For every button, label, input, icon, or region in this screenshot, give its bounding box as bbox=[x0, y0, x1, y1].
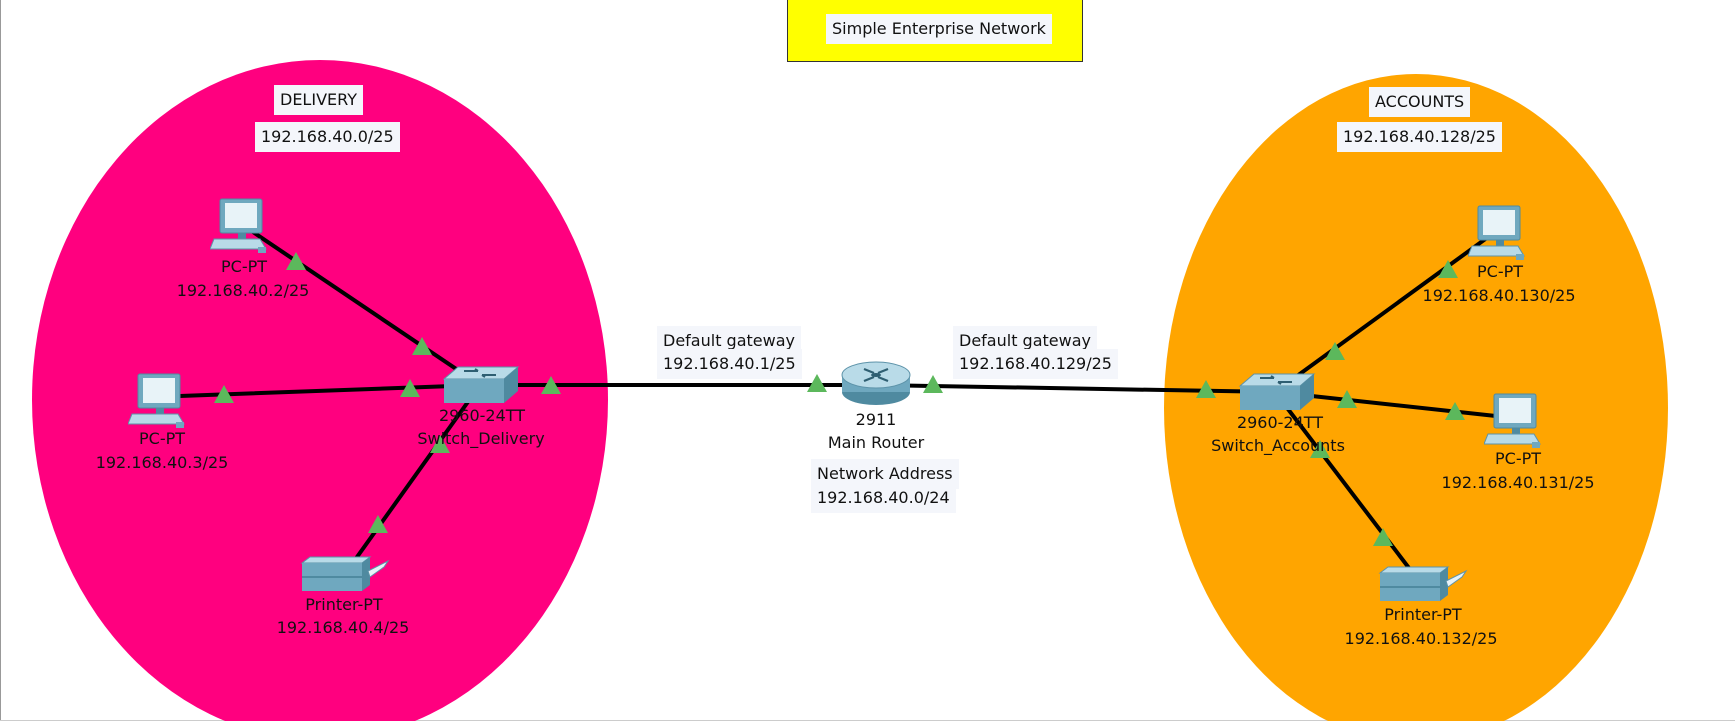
delivery-printer-type: Printer-PT bbox=[305, 595, 383, 614]
pc-icon[interactable] bbox=[128, 372, 188, 430]
switch-accounts-name: Switch_Accounts bbox=[1211, 436, 1345, 455]
accounts-pc2-ip: 192.168.40.131/25 bbox=[1441, 473, 1595, 492]
network-diagram-canvas: Simple Enterprise Network DELIVERY 192.1… bbox=[0, 0, 1735, 721]
pc-icon[interactable] bbox=[1484, 392, 1544, 450]
switch-delivery-model: 2960-24TT bbox=[438, 406, 526, 425]
accounts-pc2-type: PC-PT bbox=[1494, 449, 1542, 468]
diagram-title: Simple Enterprise Network bbox=[826, 14, 1052, 44]
accounts-printer-type: Printer-PT bbox=[1384, 605, 1462, 624]
router-name: Main Router bbox=[827, 433, 925, 452]
switch-delivery-name: Switch_Delivery bbox=[417, 429, 545, 448]
switch-icon[interactable] bbox=[1238, 372, 1316, 414]
accounts-printer-ip: 192.168.40.132/25 bbox=[1344, 629, 1498, 648]
delivery-pc2-type: PC-PT bbox=[138, 429, 186, 448]
pc-icon[interactable] bbox=[210, 197, 270, 255]
gateway-left-ip: 192.168.40.1/25 bbox=[657, 349, 802, 379]
router-model: 2911 bbox=[855, 410, 897, 429]
switch-accounts-model: 2960-24TT bbox=[1236, 413, 1324, 432]
accounts-zone-name: ACCOUNTS bbox=[1369, 87, 1471, 117]
delivery-zone-name: DELIVERY bbox=[274, 85, 363, 115]
network-address-ip: 192.168.40.0/24 bbox=[811, 483, 956, 513]
delivery-zone-subnet: 192.168.40.0/25 bbox=[255, 122, 400, 152]
delivery-pc1-type: PC-PT bbox=[220, 257, 268, 276]
printer-icon[interactable] bbox=[300, 555, 390, 595]
accounts-zone-subnet: 192.168.40.128/25 bbox=[1337, 122, 1502, 152]
switch-icon[interactable] bbox=[442, 365, 520, 407]
accounts-pc1-type: PC-PT bbox=[1476, 262, 1524, 281]
router-icon[interactable] bbox=[840, 358, 912, 408]
delivery-pc2-ip: 192.168.40.3/25 bbox=[95, 453, 229, 472]
delivery-printer-ip: 192.168.40.4/25 bbox=[276, 618, 410, 637]
gateway-right-ip: 192.168.40.129/25 bbox=[953, 349, 1118, 379]
printer-icon[interactable] bbox=[1378, 565, 1468, 605]
pc-icon[interactable] bbox=[1468, 204, 1528, 262]
delivery-pc1-ip: 192.168.40.2/25 bbox=[176, 281, 310, 300]
accounts-pc1-ip: 192.168.40.130/25 bbox=[1422, 286, 1576, 305]
